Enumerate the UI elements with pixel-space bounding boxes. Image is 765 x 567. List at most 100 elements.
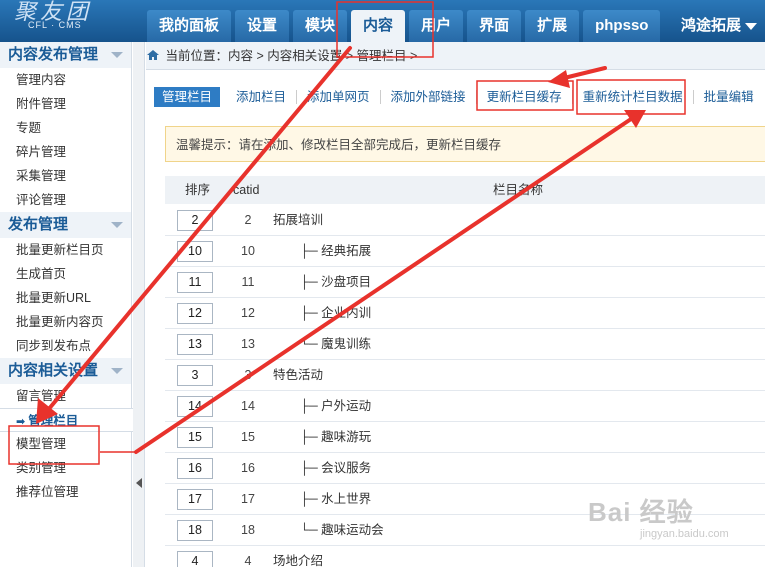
sidebar-section-header[interactable]: 内容发布管理 bbox=[0, 42, 131, 68]
order-input[interactable]: 17 bbox=[177, 489, 213, 510]
sidebar: 内容发布管理管理内容附件管理专题 碎片管理 采集管理评论管理发布管理批量更新栏目页生… bbox=[0, 42, 133, 567]
table-row: 16 16 ├─ 会议服务 bbox=[165, 453, 765, 484]
subnav-link[interactable]: 批量编辑 bbox=[692, 90, 764, 104]
sidebar-item[interactable]: 类别管理 bbox=[0, 456, 131, 480]
order-input[interactable]: 16 bbox=[177, 458, 213, 479]
sidebar-item-label: 批量更新栏目页 bbox=[16, 243, 104, 257]
sidebar-section-header[interactable]: 发布管理 bbox=[0, 212, 131, 238]
sidebar-item[interactable]: 管理内容 bbox=[0, 68, 131, 92]
category-name-cell: 拓展培训 bbox=[273, 213, 324, 227]
sidebar-item-label: 评论管理 bbox=[16, 193, 67, 207]
col-name: 栏目名称 bbox=[493, 183, 544, 197]
arrow-right-icon: ➡ bbox=[16, 416, 26, 428]
sidebar-item-label: 附件管理 bbox=[16, 97, 67, 111]
order-input[interactable]: 18 bbox=[177, 520, 213, 541]
sidebar-section-title: 发布管理 bbox=[8, 216, 69, 233]
nav-tab[interactable]: 模块 bbox=[293, 10, 348, 42]
collapse-triangle-icon bbox=[111, 368, 123, 374]
table-row: 3 3 特色活动 bbox=[165, 360, 765, 391]
sidebar-item[interactable]: 批量更新内容页 bbox=[0, 310, 131, 334]
sidebar-item-label: 模型管理 bbox=[16, 437, 67, 451]
top-bar: 聚友团 CFL · CMS 我的面板 设置 模块 内容 用户 界面 扩展 phpsso 鸿途拓… bbox=[0, 0, 765, 42]
sidebar-item-label: 批量更新URL bbox=[16, 291, 92, 305]
order-input[interactable]: 11 bbox=[177, 272, 213, 293]
subnav-link[interactable]: 添加单网页 bbox=[296, 90, 380, 104]
sidebar-section-header[interactable]: 内容相关设置 bbox=[0, 358, 131, 384]
category-name-cell: 特色活动 bbox=[273, 368, 324, 382]
breadcrumb: 当前位置：内容 > 内容相关设置 > 管理栏目 > bbox=[146, 42, 765, 70]
sidebar-item[interactable]: 生成首页 bbox=[0, 262, 131, 286]
subnav-link[interactable]: 更新栏目缓存 bbox=[475, 90, 572, 104]
sidebar-item-label: 管理栏目 bbox=[28, 414, 79, 428]
sidebar-item[interactable]: 批量更新URL bbox=[0, 286, 131, 310]
sidebar-item[interactable]: 同步到发布点 bbox=[0, 334, 131, 358]
sidebar-item-label: 留言管理 bbox=[16, 389, 67, 403]
sidebar-section-title: 内容相关设置 bbox=[8, 362, 99, 379]
sidebar-section-title: 内容发布管理 bbox=[8, 46, 99, 63]
subnav-link[interactable]: 重新统计栏目数据 bbox=[571, 90, 693, 104]
sidebar-item-label: 同步到发布点 bbox=[16, 339, 92, 353]
category-name-cell: └─ 魔鬼训练 bbox=[300, 337, 372, 351]
nav-tab[interactable]: 内容 bbox=[351, 10, 406, 42]
category-name-cell: ├─ 户外运动 bbox=[300, 399, 372, 413]
order-input[interactable]: 2 bbox=[177, 210, 213, 231]
category-name-cell: ├─ 会议服务 bbox=[300, 461, 372, 475]
watermark: Bai 经验 jingyan.baidu.com bbox=[588, 492, 758, 552]
sidebar-item[interactable]: 推荐位管理 bbox=[0, 480, 131, 504]
collapse-triangle-icon bbox=[111, 52, 123, 58]
sidebar-item[interactable]: 留言管理 bbox=[0, 384, 131, 408]
subnav-link[interactable]: 添加外部链接 bbox=[379, 90, 476, 104]
sidebar-item[interactable]: 模型管理 bbox=[0, 432, 131, 456]
notice-text: 温馨提示：请在添加、修改栏目全部完成后，更新栏目缓存 bbox=[176, 138, 502, 152]
category-name-cell: ├─ 经典拓展 bbox=[300, 244, 372, 258]
category-name-cell: └─ 趣味运动会 bbox=[300, 523, 384, 537]
main-nav: 我的面板 设置 模块 内容 用户 界面 扩展 phpsso bbox=[147, 10, 661, 42]
sidebar-collapse-handle[interactable] bbox=[133, 42, 145, 567]
category-name-cell: ├─ 沙盘项目 bbox=[300, 275, 372, 289]
sidebar-item-label: 生成首页 bbox=[16, 267, 67, 281]
nav-tab[interactable]: 设置 bbox=[235, 10, 290, 42]
logo-subtitle: CFL · CMS bbox=[28, 20, 82, 30]
sidebar-item[interactable]: 采集管理 bbox=[0, 164, 131, 188]
collapse-triangle-icon bbox=[111, 222, 123, 228]
nav-tab[interactable]: 用户 bbox=[409, 10, 464, 42]
order-input[interactable]: 13 bbox=[177, 334, 213, 355]
category-name-cell: 场地介绍 bbox=[273, 554, 324, 567]
sidebar-item[interactable]: 专题 bbox=[0, 116, 131, 140]
catid-cell: 10 bbox=[241, 244, 255, 258]
sidebar-item[interactable]: ➡ 管理栏目 bbox=[0, 408, 133, 432]
nav-tab[interactable]: phpsso bbox=[583, 10, 661, 42]
nav-tab[interactable]: 界面 bbox=[467, 10, 522, 42]
breadcrumb-text: 当前位置：内容 > 内容相关设置 > 管理栏目 > bbox=[165, 49, 418, 63]
order-input[interactable]: 12 bbox=[177, 303, 213, 324]
table-header: 排序 catid 栏目名称 bbox=[165, 176, 765, 204]
sidebar-item-label: 推荐位管理 bbox=[16, 485, 79, 499]
site-menu-label: 鸿途拓展 bbox=[680, 17, 741, 34]
sidebar-item[interactable]: 附件管理 bbox=[0, 92, 131, 116]
catid-cell: 3 bbox=[244, 368, 252, 382]
order-input[interactable]: 15 bbox=[177, 427, 213, 448]
table-row: 13 13 └─ 魔鬼训练 bbox=[165, 329, 765, 360]
order-input[interactable]: 14 bbox=[177, 396, 213, 417]
category-name-cell: ├─ 水上世界 bbox=[300, 492, 372, 506]
table-row: 11 11 ├─ 沙盘项目 bbox=[165, 267, 765, 298]
logo: 聚友团 CFL · CMS bbox=[10, 0, 120, 40]
site-menu[interactable]: 鸿途拓展 bbox=[681, 10, 757, 42]
home-icon bbox=[147, 50, 159, 60]
sidebar-item[interactable]: 评论管理 bbox=[0, 188, 131, 212]
sidebar-item-label: 管理内容 bbox=[16, 73, 67, 87]
catid-cell: 2 bbox=[244, 213, 252, 227]
subnav-link[interactable]: 添加栏目 bbox=[226, 90, 296, 104]
nav-tab[interactable]: 我的面板 bbox=[147, 10, 232, 42]
table-row: 15 15 ├─ 趣味游玩 bbox=[165, 422, 765, 453]
catid-cell: 12 bbox=[241, 306, 255, 320]
nav-tab[interactable]: 扩展 bbox=[525, 10, 580, 42]
order-input[interactable]: 10 bbox=[177, 241, 213, 262]
subnav-link[interactable]: 管理栏目 bbox=[154, 87, 221, 107]
sidebar-item[interactable]: 碎片管理 bbox=[0, 140, 131, 164]
sub-nav: 管理栏目 添加栏目 添加单网页 添加外部链接 更新栏目缓存 重新统计栏目数据 批量编辑 bbox=[154, 86, 764, 108]
catid-cell: 13 bbox=[241, 337, 255, 351]
order-input[interactable]: 4 bbox=[177, 551, 213, 567]
order-input[interactable]: 3 bbox=[177, 365, 213, 386]
sidebar-item[interactable]: 批量更新栏目页 bbox=[0, 238, 131, 262]
